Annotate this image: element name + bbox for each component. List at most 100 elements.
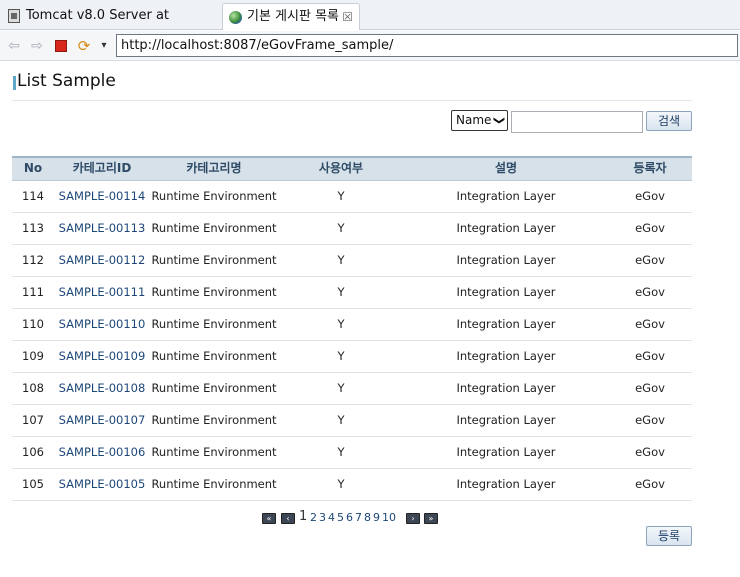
table-row: 110 SAMPLE-00110 Runtime Environment Y I… [12,309,692,341]
cell-no: 105 [22,477,44,491]
cell-registrant: eGov [635,477,665,491]
cell-no: 109 [22,349,44,363]
chevron-down-icon[interactable]: ▾ [96,38,112,54]
cell-no: 108 [22,381,44,395]
cell-category-name: Runtime Environment [151,189,277,203]
cell-use-yn: Y [337,253,345,267]
page-link[interactable]: 4 [328,511,335,524]
table-row: 114 SAMPLE-00114 Runtime Environment Y I… [12,181,692,213]
cell-category-name: Runtime Environment [151,381,277,395]
cell-registrant: eGov [635,349,665,363]
cell-category-name: Runtime Environment [151,349,277,363]
cell-category-name: Runtime Environment [151,253,277,267]
cell-no: 113 [22,221,44,235]
cell-category-name: Runtime Environment [151,317,277,331]
cell-category-name: Runtime Environment [151,285,277,299]
cell-registrant: eGov [635,381,665,395]
cell-use-yn: Y [337,349,345,363]
column-header-use-yn: 사용여부 [318,161,364,175]
cell-use-yn: Y [337,413,345,427]
cell-use-yn: Y [337,381,345,395]
cell-registrant: eGov [635,445,665,459]
cell-category-id-link[interactable]: SAMPLE-00106 [54,437,150,469]
table-row: 109 SAMPLE-00109 Runtime Environment Y I… [12,341,692,373]
cell-no: 106 [22,445,44,459]
cell-no: 114 [22,189,44,203]
cell-category-id-link[interactable]: SAMPLE-00107 [54,405,150,437]
page-link[interactable]: 3 [319,511,326,524]
editor-tab-bar: Tomcat v8.0 Server at localhost 기본 게시판 목… [0,0,740,49]
stop-icon[interactable] [53,38,69,54]
cell-category-id-link[interactable]: SAMPLE-00110 [54,309,150,341]
column-header-registrant: 등록자 [633,161,667,175]
page-title: List Sample [17,71,116,91]
page-link[interactable]: 8 [364,511,371,524]
table-row: 105 SAMPLE-00105 Runtime Environment Y I… [12,469,692,501]
cell-use-yn: Y [337,477,345,491]
page-link-current[interactable]: 1 [299,509,307,524]
back-arrow-icon[interactable]: ⇦ [6,38,22,54]
tab-label: 기본 게시판 목록 [247,9,339,24]
table-row: 107 SAMPLE-00107 Runtime Environment Y I… [12,405,692,437]
cell-category-id-link[interactable]: SAMPLE-00109 [54,341,150,373]
column-header-no: No [23,161,43,175]
page-link[interactable]: 5 [337,511,344,524]
cell-description: Integration Layer [456,381,556,395]
cell-description: Integration Layer [456,253,556,267]
last-page-icon[interactable]: » [424,513,438,524]
next-page-icon[interactable]: › [406,513,420,524]
first-page-icon[interactable]: « [262,513,276,524]
cell-no: 110 [22,317,44,331]
forward-arrow-icon[interactable]: ⇨ [29,38,45,54]
cell-category-id-link[interactable]: SAMPLE-00112 [54,245,150,277]
cell-no: 107 [22,413,44,427]
search-button[interactable]: 검색 [646,111,692,131]
cell-category-id-link[interactable]: SAMPLE-00108 [54,373,150,405]
cell-registrant: eGov [635,317,665,331]
tab-tomcat-server[interactable]: Tomcat v8.0 Server at localhost [2,3,220,49]
tab-board-list[interactable]: 기본 게시판 목록 ☒ [222,3,360,30]
cell-registrant: eGov [635,189,665,203]
page-link[interactable]: 10 [382,511,396,524]
close-icon[interactable]: ☒ [342,4,353,30]
cell-description: Integration Layer [456,445,556,459]
cell-description: Integration Layer [456,477,556,491]
search-type-value: Name [456,113,492,127]
browser-toolbar: ⇦ ⇨ ⟳ ▾ http://localhost:8087/eGovFrame_… [0,31,740,61]
cell-category-name: Runtime Environment [151,413,277,427]
column-header-description: 설명 [494,161,518,175]
cell-use-yn: Y [337,285,345,299]
refresh-icon[interactable]: ⟳ [76,38,92,54]
table-row: 106 SAMPLE-00106 Runtime Environment Y I… [12,437,692,469]
globe-icon [229,11,242,24]
cell-registrant: eGov [635,253,665,267]
divider [12,100,692,101]
cell-use-yn: Y [337,221,345,235]
cell-description: Integration Layer [456,413,556,427]
cell-description: Integration Layer [456,221,556,235]
table-row: 108 SAMPLE-00108 Runtime Environment Y I… [12,373,692,405]
search-type-select[interactable]: Name ❯ [451,110,508,131]
page-link[interactable]: 7 [355,511,362,524]
prev-page-icon[interactable]: ‹ [281,513,295,524]
table-row: 112 SAMPLE-00112 Runtime Environment Y I… [12,245,692,277]
register-button[interactable]: 등록 [646,526,692,546]
cell-category-id-link[interactable]: SAMPLE-00113 [54,213,150,245]
cell-no: 111 [22,285,44,299]
chevron-down-icon: ❯ [492,115,506,126]
cell-category-id-link[interactable]: SAMPLE-00114 [54,181,150,213]
table-header: No 카테고리ID 카테고리명 사용여부 설명 등록자 [12,156,692,181]
cell-use-yn: Y [337,445,345,459]
page-link[interactable]: 2 [310,511,317,524]
cell-no: 112 [22,253,44,267]
cell-use-yn: Y [337,189,345,203]
page-link[interactable]: 9 [373,511,380,524]
cell-category-id-link[interactable]: SAMPLE-00105 [54,469,150,501]
cell-registrant: eGov [635,221,665,235]
url-input[interactable]: http://localhost:8087/eGovFrame_sample/ [116,34,738,57]
search-input[interactable] [511,111,643,133]
table-row: 111 SAMPLE-00111 Runtime Environment Y I… [12,277,692,309]
page-link[interactable]: 6 [346,511,353,524]
cell-category-name: Runtime Environment [151,221,277,235]
cell-category-id-link[interactable]: SAMPLE-00111 [54,277,150,309]
